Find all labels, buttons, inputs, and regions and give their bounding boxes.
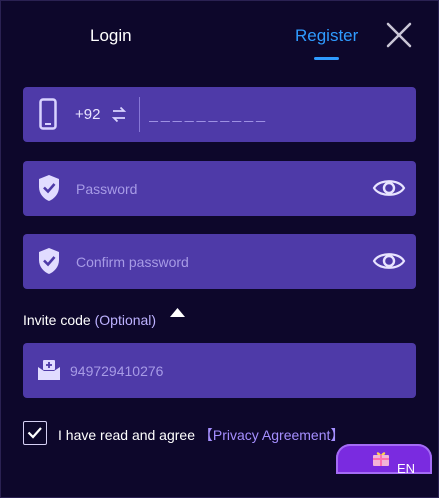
swap-arrows-icon[interactable] xyxy=(111,106,127,123)
agree-checkbox[interactable] xyxy=(23,421,47,445)
invite-optional-text: (Optional) xyxy=(94,312,157,328)
confirm-password-input[interactable] xyxy=(76,248,356,276)
phone-field: +92 xyxy=(23,87,416,142)
language-selector[interactable]: EN xyxy=(397,461,415,476)
close-button[interactable] xyxy=(385,21,413,49)
auth-tabs: Login Register xyxy=(1,1,438,71)
check-icon xyxy=(27,427,42,439)
eye-icon[interactable] xyxy=(372,175,406,201)
active-tab-indicator xyxy=(314,57,339,60)
tab-login[interactable]: Login xyxy=(90,26,132,46)
phone-divider xyxy=(139,97,140,132)
shield-check-icon xyxy=(39,248,59,274)
promo-button[interactable] xyxy=(336,444,432,474)
mobile-phone-icon xyxy=(39,98,57,130)
password-field xyxy=(23,161,416,216)
invite-label-text: Invite code xyxy=(23,312,91,328)
register-panel: Login Register +92 __________ Invite cod… xyxy=(0,0,439,498)
tab-register[interactable]: Register xyxy=(295,26,358,46)
password-input[interactable] xyxy=(76,175,356,203)
shield-check-icon xyxy=(39,175,59,201)
confirm-password-field xyxy=(23,234,416,289)
invite-code-field xyxy=(23,343,416,398)
eye-icon[interactable] xyxy=(372,248,406,274)
caret-up-icon[interactable] xyxy=(170,307,185,317)
phone-input[interactable] xyxy=(149,101,389,129)
gift-icon xyxy=(373,452,389,466)
privacy-agreement-link[interactable]: 【Privacy Agreement】 xyxy=(199,427,345,443)
agreement-text: I have read and agree 【Privacy Agreement… xyxy=(58,425,344,445)
invite-mail-icon xyxy=(38,360,60,380)
agreement-label: I have read and agree xyxy=(58,427,195,443)
invite-code-input[interactable] xyxy=(70,357,370,385)
country-code[interactable]: +92 xyxy=(75,106,100,123)
invite-code-label: Invite code (Optional) xyxy=(23,312,156,328)
close-icon xyxy=(386,22,412,48)
